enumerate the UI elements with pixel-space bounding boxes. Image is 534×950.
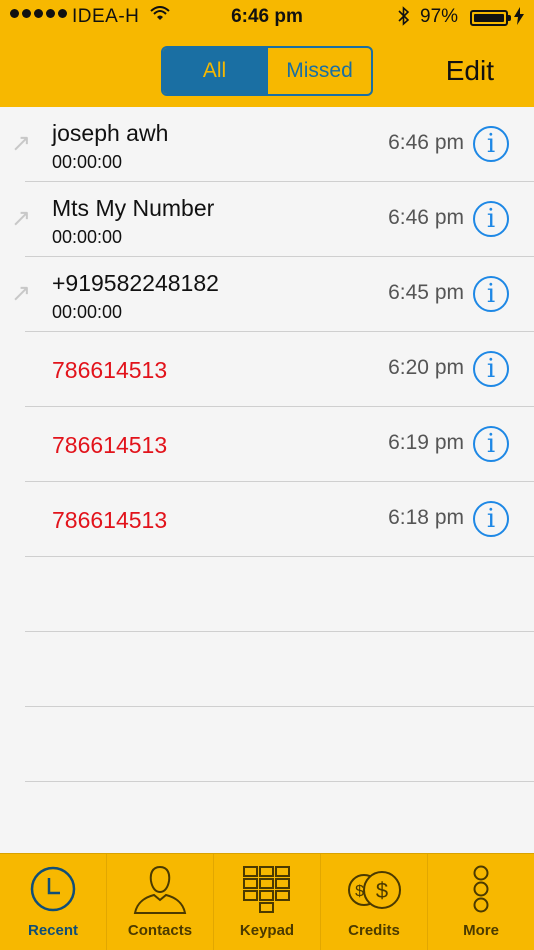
call-time: 6:45 pm: [388, 281, 464, 304]
call-row[interactable]: 786614513 6:18 pm i: [25, 482, 534, 557]
call-time: 6:19 pm: [388, 431, 464, 454]
person-icon: [132, 864, 188, 914]
tab-label: Contacts: [127, 922, 193, 939]
call-row[interactable]: ↗ +919582248182 00:00:00 6:45 pm i: [11, 257, 534, 332]
tab-recent[interactable]: Recent: [0, 854, 106, 950]
call-name: +919582248182: [52, 270, 219, 296]
svg-text:$: $: [355, 883, 364, 900]
battery-icon: [470, 10, 511, 26]
call-duration: 00:00:00: [52, 302, 123, 322]
tab-keypad[interactable]: Keypad: [213, 854, 320, 950]
call-time: 6:18 pm: [388, 506, 464, 529]
info-icon[interactable]: i: [473, 501, 509, 537]
tab-label: More: [463, 922, 499, 939]
call-name: Mts My Number: [52, 195, 215, 221]
tab-label: Credits: [348, 922, 400, 939]
keypad-icon: [242, 864, 292, 914]
recent-calls-list: ↗ joseph awh 00:00:00 6:46 pm i ↗ Mts My…: [0, 107, 534, 853]
svg-text:$: $: [376, 878, 388, 903]
status-bar: IDEA-H 6:46 pm 97%: [0, 0, 534, 36]
info-icon[interactable]: i: [473, 276, 509, 312]
outgoing-call-icon: ↗: [11, 130, 32, 157]
outgoing-call-icon: ↗: [11, 205, 32, 232]
bluetooth-icon: [398, 6, 410, 32]
tab-more[interactable]: More: [427, 854, 534, 950]
empty-row: [25, 632, 534, 707]
segment-missed[interactable]: Missed: [266, 48, 371, 94]
info-icon[interactable]: i: [473, 126, 509, 162]
call-duration: 00:00:00: [52, 227, 123, 247]
call-name: 786614513: [52, 357, 168, 383]
call-row[interactable]: ↗ joseph awh 00:00:00 6:46 pm i: [11, 107, 534, 182]
call-name: joseph awh: [52, 120, 169, 146]
info-icon[interactable]: i: [473, 351, 509, 387]
empty-row: [25, 557, 534, 632]
call-time: 6:20 pm: [388, 356, 464, 379]
call-row[interactable]: 786614513 6:19 pm i: [25, 407, 534, 482]
empty-row: [25, 707, 534, 782]
outgoing-call-icon: ↗: [11, 280, 32, 307]
call-duration: 00:00:00: [52, 152, 123, 172]
tab-label: Recent: [27, 922, 79, 939]
call-time: 6:46 pm: [388, 131, 464, 154]
coins-icon: $ $: [344, 864, 404, 914]
more-dots-icon: [470, 864, 492, 914]
call-name: 786614513: [52, 507, 168, 533]
battery-percentage: 97%: [420, 6, 459, 27]
tab-contacts[interactable]: Contacts: [106, 854, 213, 950]
info-icon[interactable]: i: [473, 201, 509, 237]
clock-icon: [28, 864, 78, 914]
tab-label: Keypad: [239, 922, 295, 939]
edit-button[interactable]: Edit: [446, 55, 494, 87]
call-row[interactable]: 786614513 6:20 pm i: [25, 332, 534, 407]
info-icon[interactable]: i: [473, 426, 509, 462]
call-name: 786614513: [52, 432, 168, 458]
charging-icon: [514, 7, 524, 30]
top-bar: IDEA-H 6:46 pm 97% All Missed Edit: [0, 0, 534, 107]
call-time: 6:46 pm: [388, 206, 464, 229]
tab-credits[interactable]: $ $ Credits: [320, 854, 427, 950]
call-filter-segmented-control: All Missed: [161, 46, 373, 96]
segment-all[interactable]: All: [163, 48, 266, 94]
tab-bar: Recent Contacts Keypad $ $ Credits More: [0, 853, 534, 950]
call-row[interactable]: ↗ Mts My Number 00:00:00 6:46 pm i: [11, 182, 534, 257]
